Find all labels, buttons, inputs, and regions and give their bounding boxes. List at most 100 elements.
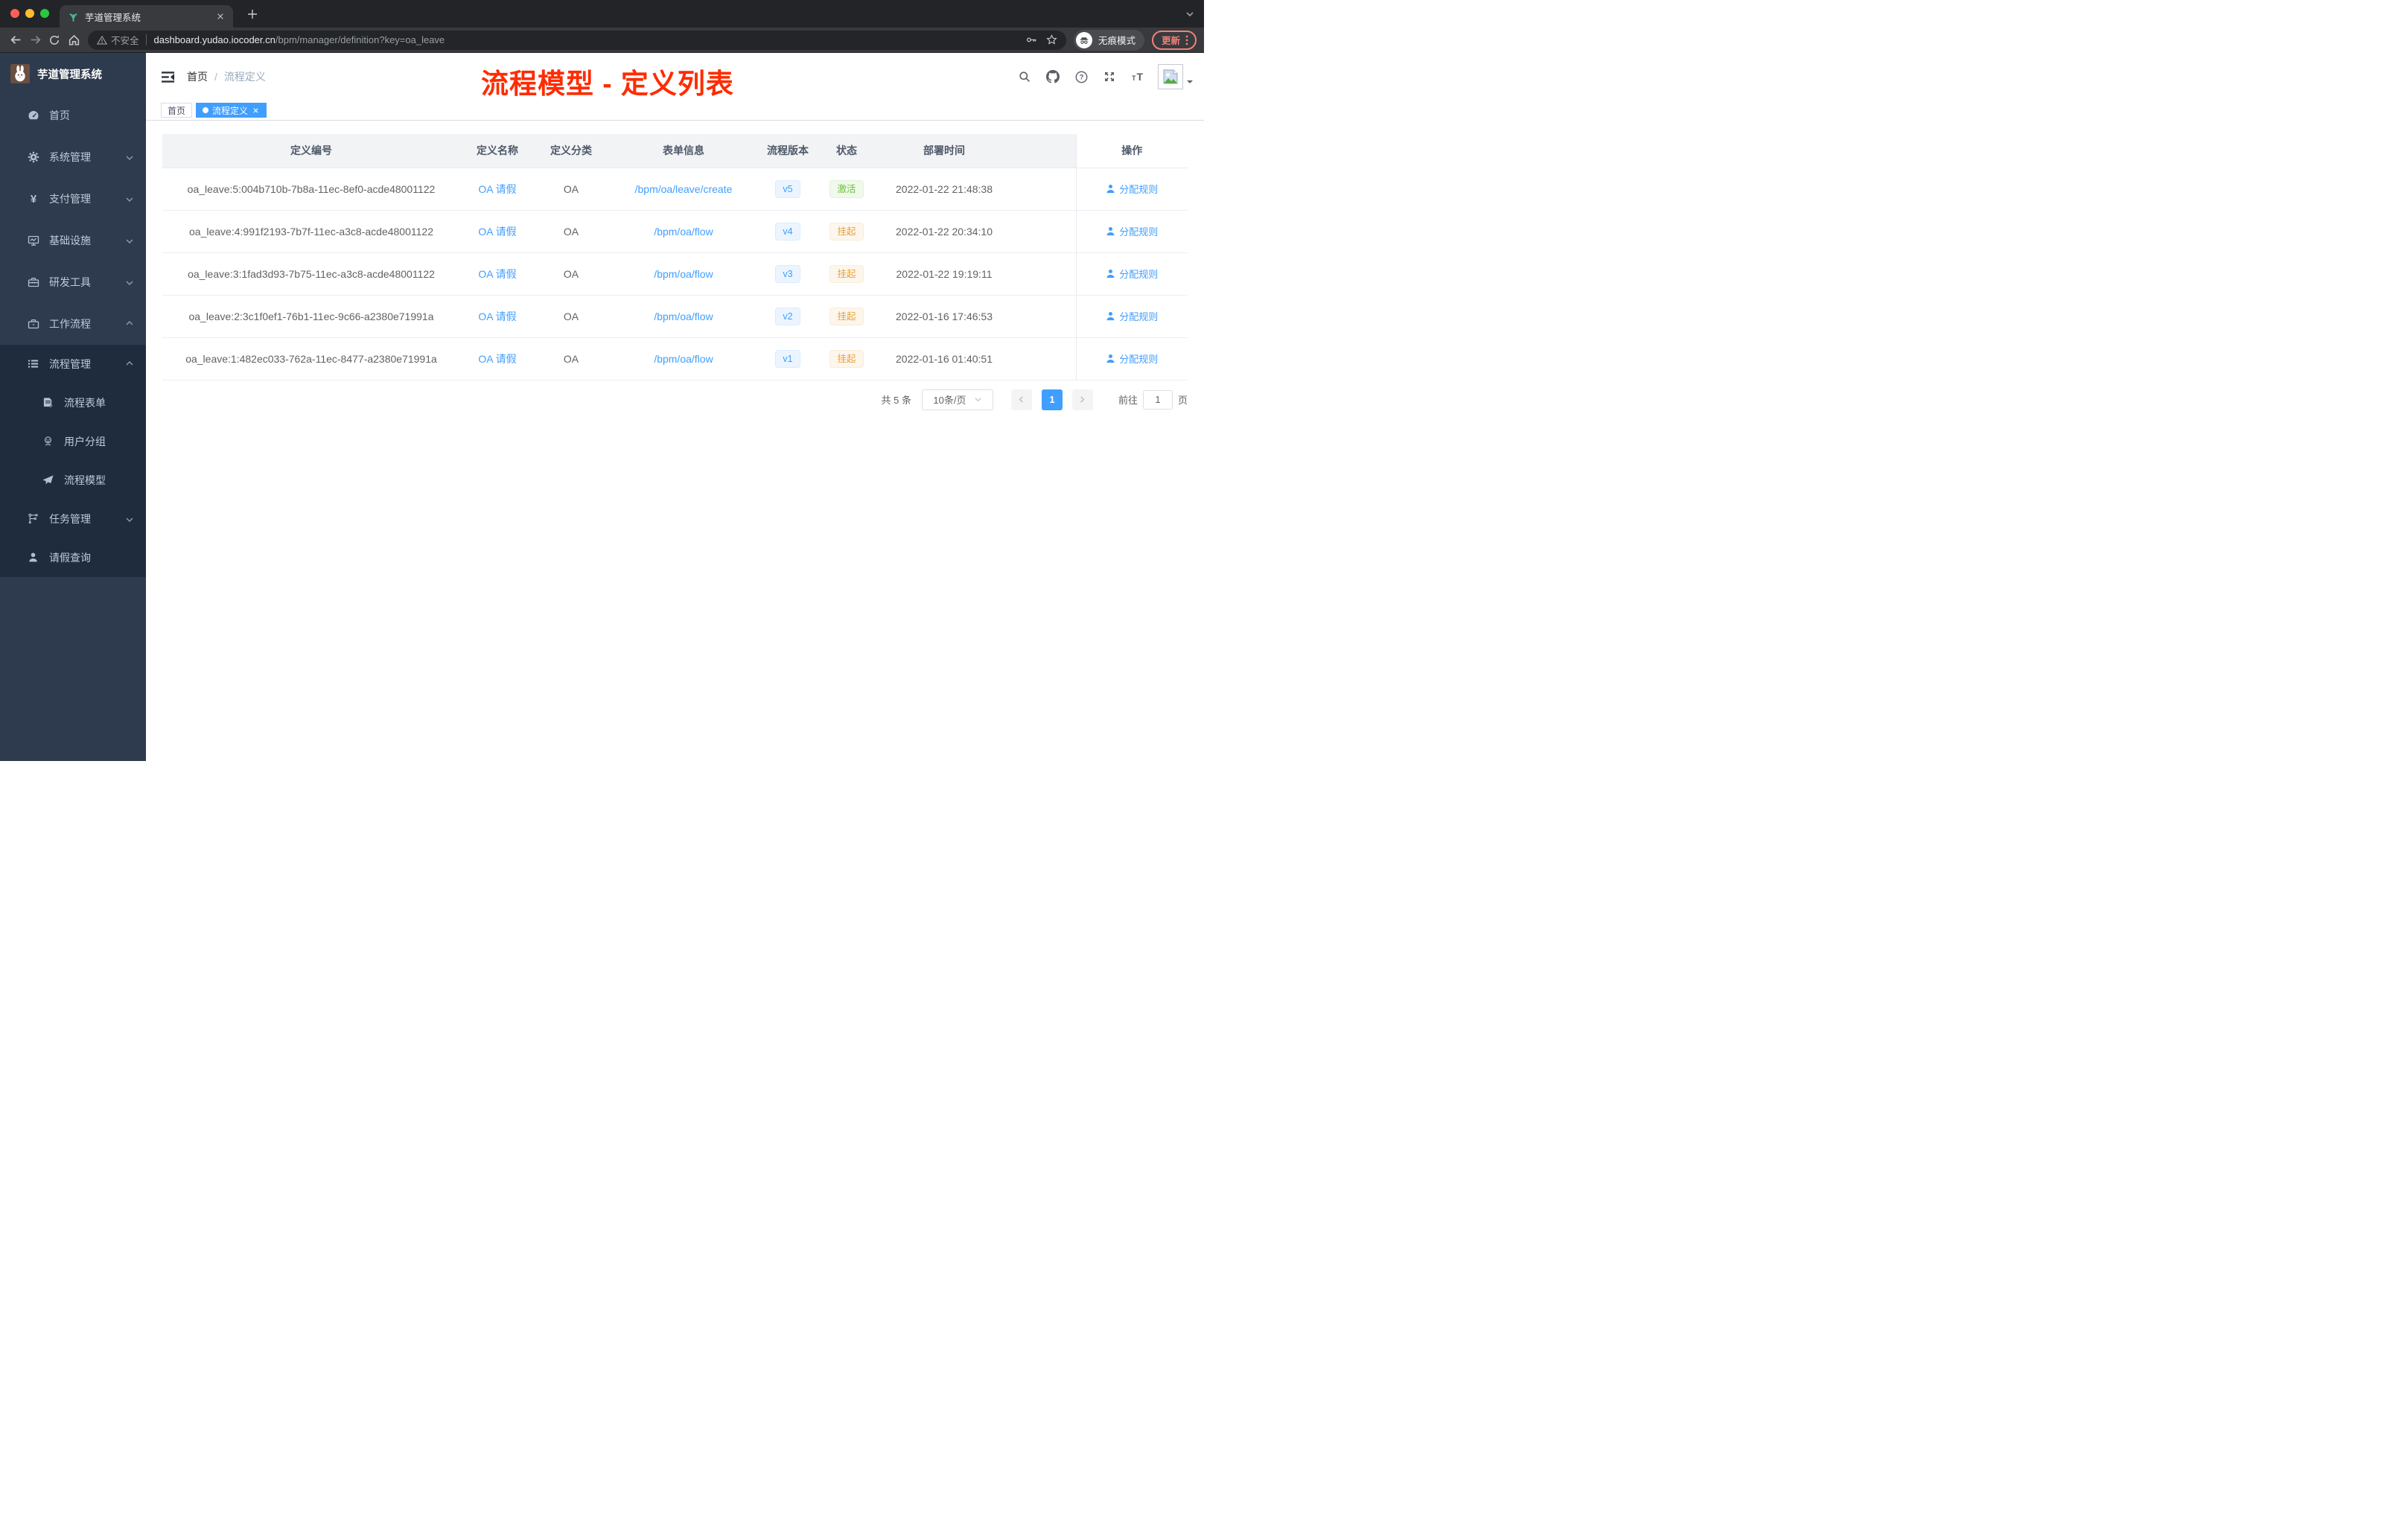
font-size-icon[interactable]: TT (1131, 70, 1144, 83)
sidebar-item-infrastructure[interactable]: 基础设施 (0, 220, 146, 261)
sidebar-item-user-group[interactable]: 用户分组 (0, 422, 146, 461)
definition-name-link[interactable]: OA 请假 (478, 226, 516, 238)
table-row: oa_leave:2:3c1f0ef1-76b1-11ec-9c66-a2380… (162, 295, 1188, 338)
pagination-total: 共 5 条 (881, 395, 911, 406)
bookmark-star-icon[interactable] (1046, 34, 1057, 45)
definition-name-link[interactable]: OA 请假 (478, 183, 516, 195)
assign-rule-button[interactable]: 分配规则 (1106, 309, 1158, 323)
chevron-up-icon (125, 319, 134, 328)
maximize-window-button[interactable] (40, 9, 49, 18)
form-link[interactable]: /bpm/oa/flow (654, 353, 713, 365)
search-icon[interactable] (1018, 70, 1031, 83)
fullscreen-icon[interactable] (1103, 70, 1116, 83)
assign-rule-button[interactable]: 分配规则 (1106, 267, 1158, 281)
person-icon (1106, 312, 1115, 321)
sidebar-item-payment[interactable]: ¥ 支付管理 (0, 178, 146, 220)
version-tag: v5 (775, 179, 800, 198)
sidebar-item-task-manage[interactable]: 任务管理 (0, 500, 146, 538)
reload-button[interactable] (45, 31, 64, 50)
col-definition-name: 定义名称 (460, 134, 535, 168)
sidebar-item-label: 任务管理 (49, 513, 91, 525)
tree-branch-icon (28, 513, 39, 525)
form-link[interactable]: /bpm/oa/leave/create (635, 183, 733, 195)
new-tab-button[interactable] (246, 7, 259, 21)
sidebar-item-leave-query[interactable]: 请假查询 (0, 538, 146, 577)
close-window-button[interactable] (10, 9, 19, 18)
goto-page-input[interactable] (1142, 389, 1173, 410)
password-key-icon[interactable] (1026, 34, 1037, 45)
gear-icon (28, 151, 39, 163)
minimize-window-button[interactable] (25, 9, 34, 18)
dashboard-icon (28, 109, 39, 121)
annotation-text: 流程模型 - 定义列表 (481, 69, 734, 99)
deploy-time: 2022-01-22 19:19:11 (877, 252, 1011, 296)
github-icon[interactable] (1046, 70, 1060, 83)
face-icon (42, 436, 54, 448)
sidebar-item-home[interactable]: 首页 (0, 95, 146, 136)
home-button[interactable] (64, 31, 83, 50)
browser-toolbar: 不安全 dashboard.yudao.iocoder.cn/bpm/manag… (0, 28, 1204, 53)
address-bar[interactable]: 不安全 dashboard.yudao.iocoder.cn/bpm/manag… (88, 30, 1066, 50)
list-icon (28, 358, 39, 370)
sidebar-item-system[interactable]: 系统管理 (0, 136, 146, 178)
sidebar-fold-icon[interactable] (162, 71, 174, 83)
tab-search-chevron-icon[interactable] (1184, 8, 1195, 19)
sidebar-item-label: 首页 (49, 109, 70, 121)
form-link[interactable]: /bpm/oa/flow (654, 311, 713, 322)
page-number-1[interactable]: 1 (1041, 389, 1063, 410)
tab-close-icon[interactable] (214, 10, 226, 22)
prev-page-button[interactable] (1010, 389, 1032, 410)
page-size-select[interactable]: 10条/页 (921, 389, 993, 410)
assign-rule-button[interactable]: 分配规则 (1106, 351, 1158, 366)
tag-home[interactable]: 首页 (161, 103, 193, 118)
version-tag: v2 (775, 307, 800, 325)
sidebar-item-label: 研发工具 (49, 276, 91, 288)
assign-rule-button[interactable]: 分配规则 (1106, 182, 1158, 196)
pagination: 共 5 条 10条/页 1 前往 页 (162, 389, 1188, 410)
breadcrumb-home[interactable]: 首页 (187, 69, 208, 84)
sidebar-item-label: 基础设施 (49, 235, 91, 246)
col-definition-category: 定义分类 (535, 134, 608, 168)
sidebar-item-label: 流程模型 (64, 474, 106, 486)
sidebar-item-process-model[interactable]: 流程模型 (0, 461, 146, 500)
not-secure-label[interactable]: 不安全 (111, 33, 139, 47)
definition-category: OA (535, 295, 608, 338)
sidebar-item-devtools[interactable]: 研发工具 (0, 261, 146, 303)
col-form-info: 表单信息 (608, 134, 759, 168)
definition-name-link[interactable]: OA 请假 (478, 353, 516, 365)
url-separator (145, 34, 147, 45)
assign-rule-button[interactable]: 分配规则 (1106, 224, 1158, 238)
chevron-down-icon (125, 194, 134, 203)
person-icon (1106, 185, 1115, 194)
back-button[interactable] (6, 31, 25, 50)
sidebar-item-label: 用户分组 (64, 436, 106, 448)
status-tag: 挂起 (829, 222, 864, 241)
menu-dots-icon (1185, 35, 1188, 45)
sidebar-item-process-form[interactable]: 流程表单 (0, 383, 146, 422)
incognito-label: 无痕模式 (1098, 36, 1135, 46)
tag-process-definition[interactable]: 流程定义 (196, 103, 267, 118)
definition-id: oa_leave:3:1fad3d93-7b75-11ec-a3c8-acde4… (162, 252, 460, 296)
definition-name-link[interactable]: OA 请假 (478, 311, 516, 322)
browser-tab[interactable]: 芋道管理系统 (60, 5, 233, 28)
filler-cell (1011, 168, 1076, 211)
definition-table: 定义编号 定义名称 定义分类 表单信息 流程版本 状态 部署时间 操作 oa_l… (162, 134, 1188, 380)
next-page-button[interactable] (1071, 389, 1093, 410)
toolbox-icon (28, 276, 39, 288)
caret-down-icon[interactable] (1186, 78, 1194, 86)
url-text: dashboard.yudao.iocoder.cn/bpm/manager/d… (154, 34, 445, 45)
person-icon (1106, 354, 1115, 363)
update-browser-button[interactable]: 更新 (1151, 30, 1197, 50)
form-link[interactable]: /bpm/oa/flow (654, 226, 713, 238)
definition-name-link[interactable]: OA 请假 (478, 268, 516, 280)
sidebar-item-process-manage[interactable]: 流程管理 (0, 345, 146, 383)
avatar[interactable] (1158, 64, 1183, 89)
update-label: 更新 (1161, 36, 1180, 46)
table-row: oa_leave:3:1fad3d93-7b75-11ec-a3c8-acde4… (162, 252, 1188, 296)
tag-close-icon[interactable] (252, 106, 260, 115)
sidebar-logo[interactable]: 芋道管理系统 (0, 53, 146, 95)
forward-button[interactable] (25, 31, 45, 50)
form-link[interactable]: /bpm/oa/flow (654, 268, 713, 280)
sidebar-item-workflow[interactable]: 工作流程 (0, 303, 146, 345)
help-icon[interactable]: ? (1074, 70, 1088, 83)
